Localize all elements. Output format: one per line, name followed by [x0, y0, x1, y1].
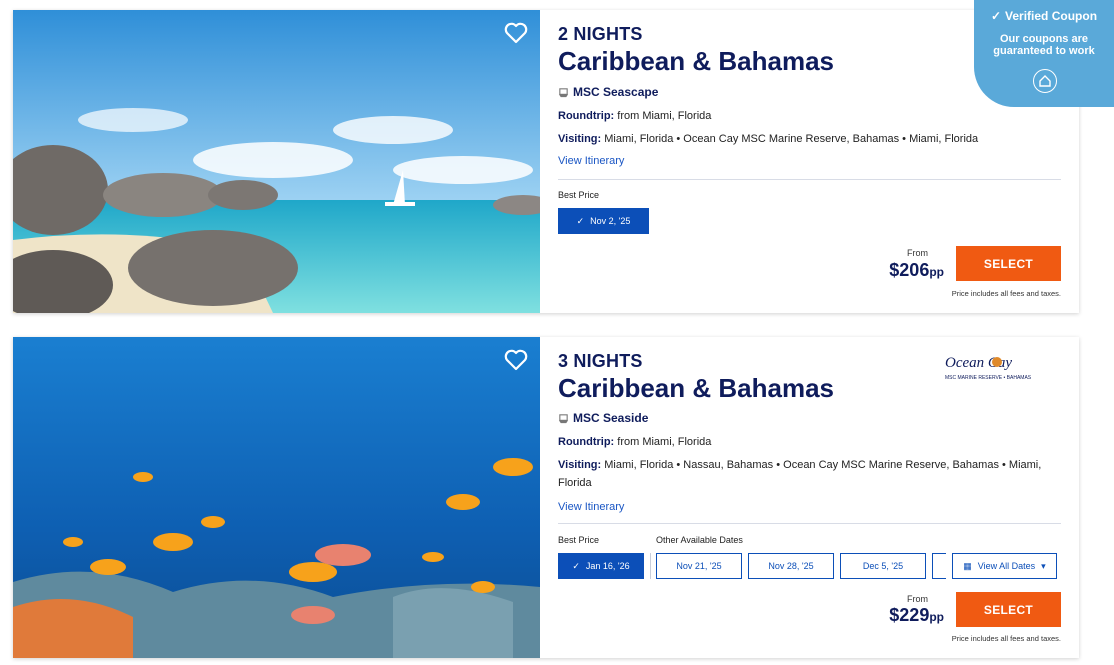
visiting-info: Visiting: Miami, Florida • Ocean Cay MSC…: [558, 130, 978, 148]
best-price-label: Best Price: [558, 190, 600, 200]
view-itinerary-link[interactable]: View Itinerary: [558, 501, 624, 513]
svg-text:Ocean Cay: Ocean Cay: [945, 355, 1012, 371]
check-icon: ✓: [576, 215, 585, 226]
selected-date-button[interactable]: ✓ Nov 2, '25: [558, 208, 649, 234]
from-label: From: [907, 248, 928, 258]
ocean-cay-logo: Ocean Cay MSC MARINE RESERVE • BAHAMAS: [945, 355, 1032, 381]
separator: [650, 553, 651, 579]
select-button[interactable]: SELECT: [956, 592, 1061, 627]
fees-note: Price includes all fees and taxes.: [951, 634, 1061, 643]
roundtrip-label: Roundtrip:: [558, 436, 615, 448]
date-option[interactable]: Nov 28, '25: [748, 553, 834, 579]
chevron-down-icon: ▾: [1041, 560, 1046, 571]
view-all-dates-label: View All Dates: [977, 561, 1036, 571]
select-button[interactable]: SELECT: [956, 246, 1061, 281]
from-label: From: [907, 594, 928, 604]
coupon-title: ✓ Verified Coupon: [974, 9, 1114, 23]
ship-label: MSC Seaside: [573, 411, 649, 425]
cruise-info: Ocean Cay MSC MARINE RESERVE • BAHAMAS 3…: [558, 337, 1061, 658]
check-icon: ✓: [572, 560, 580, 571]
date-option[interactable]: Dec 5, '25: [840, 553, 926, 579]
ship-label: MSC Seascape: [573, 85, 659, 99]
visiting-value: Miami, Florida • Nassau, Bahamas • Ocean…: [558, 459, 1042, 489]
cruise-card-1: 2 NIGHTS Caribbean & Bahamas MSC Seascap…: [13, 10, 1079, 313]
ship-name: MSC Seaside: [558, 411, 648, 425]
cruise-title: Caribbean & Bahamas: [558, 373, 834, 403]
visiting-value: Miami, Florida • Ocean Cay MSC Marine Re…: [604, 133, 979, 145]
price: $206pp: [889, 260, 944, 281]
visiting-info: Visiting: Miami, Florida • Nassau, Baham…: [558, 456, 1048, 492]
price-unit: pp: [929, 610, 944, 624]
roundtrip-value: from Miami, Florida: [617, 436, 712, 448]
divider: [558, 179, 1061, 180]
coupon-home-icon[interactable]: [1033, 69, 1057, 93]
roundtrip-info: Roundtrip: from Miami, Florida: [558, 433, 711, 451]
cruise-title: Caribbean & Bahamas: [558, 46, 834, 76]
favorite-heart-icon[interactable]: [504, 349, 528, 371]
calendar-icon: ▦: [963, 560, 972, 571]
cruise-card-2: Ocean Cay MSC MARINE RESERVE • BAHAMAS 3…: [13, 337, 1079, 658]
cruise-photo-reef: [13, 337, 540, 658]
selected-date-button[interactable]: ✓ Jan 16, '26: [558, 553, 644, 579]
cruise-photo-beach: [13, 10, 540, 313]
view-all-dates-dropdown[interactable]: ▦ View All Dates ▾: [952, 553, 1057, 579]
favorite-heart-icon[interactable]: [504, 22, 528, 44]
visiting-label: Visiting:: [558, 459, 602, 471]
cruise-nights: 3 NIGHTS: [558, 351, 643, 371]
visiting-label: Visiting:: [558, 133, 602, 145]
svg-text:MSC MARINE RESERVE • BAHAMAS: MSC MARINE RESERVE • BAHAMAS: [945, 375, 1032, 381]
fees-note: Price includes all fees and taxes.: [951, 289, 1061, 298]
ship-icon: [558, 87, 569, 97]
check-circle-icon: ✓: [990, 9, 1002, 23]
divider: [558, 523, 1061, 524]
other-dates-label: Other Available Dates: [656, 535, 743, 545]
cruise-nights: 2 NIGHTS: [558, 24, 643, 44]
roundtrip-label: Roundtrip:: [558, 110, 615, 122]
price-value: $206: [889, 260, 930, 280]
view-itinerary-link[interactable]: View Itinerary: [558, 155, 624, 167]
date-option[interactable]: Nov 21, '25: [656, 553, 742, 579]
date-option-partial[interactable]: [932, 553, 946, 579]
price-unit: pp: [929, 265, 944, 279]
verified-coupon-badge[interactable]: ✓ Verified Coupon Our coupons are guaran…: [974, 0, 1114, 107]
coupon-title-label: Verified Coupon: [1005, 9, 1098, 23]
selected-date-label: Nov 2, '25: [590, 216, 631, 226]
roundtrip-info: Roundtrip: from Miami, Florida: [558, 107, 711, 125]
price-value: $229: [889, 605, 930, 625]
coupon-subtitle: Our coupons are guaranteed to work: [993, 33, 1095, 57]
selected-date-label: Jan 16, '26: [585, 561, 630, 571]
roundtrip-value: from Miami, Florida: [617, 110, 712, 122]
price: $229pp: [889, 605, 944, 626]
ship-name: MSC Seascape: [558, 85, 658, 99]
best-price-label: Best Price: [558, 535, 600, 545]
ship-icon: [558, 413, 569, 423]
